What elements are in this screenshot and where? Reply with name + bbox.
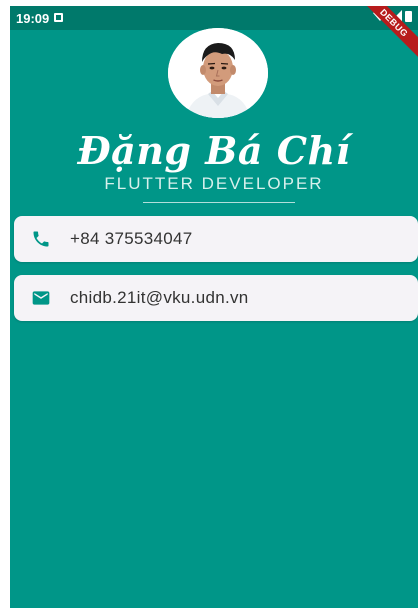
phone-icon: [30, 228, 52, 250]
email-address: chidb.21it@vku.udn.vn: [70, 288, 249, 307]
avatar: [168, 28, 268, 118]
app-screen: 19:09 DEBUG Đặng Bá Chí FLUTTER DEVELOPE…: [10, 6, 418, 608]
battery-icon: [405, 11, 412, 22]
divider: [143, 202, 295, 203]
status-time: 19:09: [16, 11, 50, 26]
profile-name: Đặng Bá Chí: [77, 128, 351, 173]
avatar-photo: [168, 28, 268, 118]
phone-number: +84 375534047: [70, 229, 193, 248]
notification-icon: [54, 13, 63, 22]
mail-icon: [30, 287, 52, 309]
status-bar: 19:09: [10, 6, 418, 30]
email-card[interactable]: chidb.21it@vku.udn.vn: [14, 275, 418, 321]
phone-card[interactable]: +84 375534047: [14, 216, 418, 262]
profile-title: FLUTTER DEVELOPER: [104, 174, 324, 193]
